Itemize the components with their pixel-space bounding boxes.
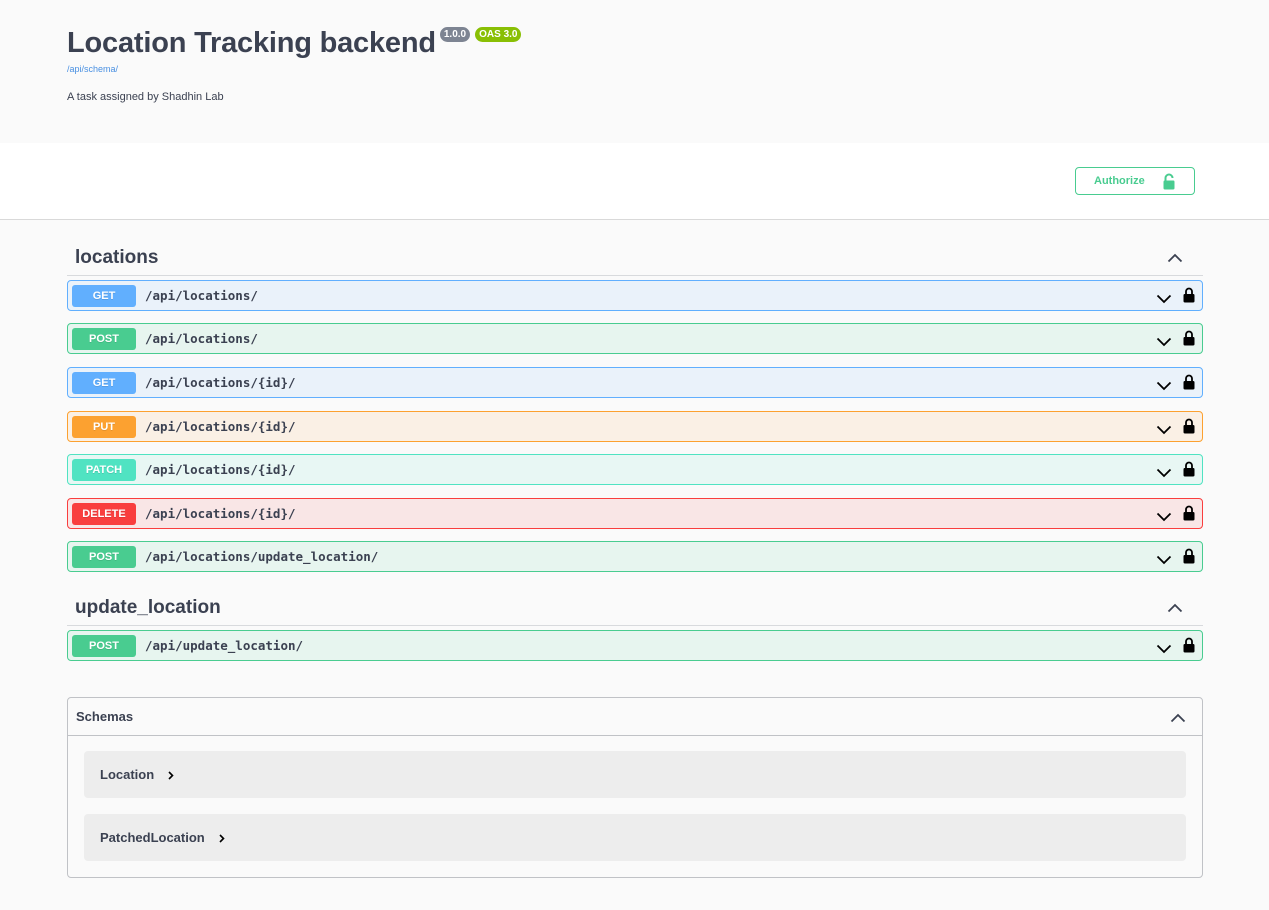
scheme-container: Authorize — [0, 143, 1269, 220]
authorize-button[interactable]: Authorize — [1075, 167, 1195, 195]
lock-icon[interactable] — [1183, 418, 1195, 439]
chevron-down-icon[interactable] — [1156, 291, 1172, 309]
operation-patch-location[interactable]: PATCH /api/locations/{id}/ — [67, 454, 1203, 485]
chevron-up-icon[interactable] — [1167, 600, 1183, 618]
title-row: Location Tracking backend 1.0.0 OAS 3.0 — [67, 26, 522, 60]
operation-path: /api/locations/update_location/ — [145, 549, 379, 564]
operation-path: /api/locations/ — [145, 288, 258, 303]
schema-item-location[interactable]: Location — [84, 751, 1186, 798]
lock-icon[interactable] — [1183, 287, 1195, 308]
chevron-up-icon[interactable] — [1167, 250, 1183, 268]
operation-post-locations[interactable]: POST /api/locations/ — [67, 323, 1203, 354]
tag-update-location[interactable]: update_location — [67, 588, 1203, 626]
schema-link[interactable]: /api/schema/ — [67, 64, 118, 74]
method-badge: GET — [72, 371, 136, 394]
authorize-label: Authorize — [1094, 175, 1145, 187]
tag-title: update_location — [75, 597, 221, 618]
operation-delete-location[interactable]: DELETE /api/locations/{id}/ — [67, 498, 1203, 529]
method-badge: DELETE — [72, 502, 136, 525]
operation-path: /api/locations/{id}/ — [145, 506, 296, 521]
chevron-up-icon[interactable] — [1170, 710, 1186, 728]
operation-get-location-by-id[interactable]: GET /api/locations/{id}/ — [67, 367, 1203, 398]
chevron-right-icon — [219, 830, 225, 848]
operation-path: /api/locations/{id}/ — [145, 375, 296, 390]
unlock-icon — [1161, 173, 1177, 193]
operation-get-locations[interactable]: GET /api/locations/ — [67, 280, 1203, 311]
method-badge: GET — [72, 284, 136, 307]
operation-path: /api/update_location/ — [145, 638, 304, 653]
method-badge: PUT — [72, 415, 136, 438]
method-badge: POST — [72, 327, 136, 350]
schemas-header[interactable]: Schemas — [68, 698, 1202, 736]
version-badge: 1.0.0 — [439, 27, 471, 42]
tag-locations[interactable]: locations — [67, 238, 1203, 276]
lock-icon[interactable] — [1183, 505, 1195, 526]
operation-put-location[interactable]: PUT /api/locations/{id}/ — [67, 411, 1203, 442]
method-badge: POST — [72, 545, 136, 568]
chevron-down-icon[interactable] — [1156, 509, 1172, 527]
chevron-right-icon — [168, 767, 174, 785]
lock-icon[interactable] — [1183, 374, 1195, 395]
operation-post-locations-update-location[interactable]: POST /api/locations/update_location/ — [67, 541, 1203, 572]
chevron-down-icon[interactable] — [1156, 465, 1172, 483]
schemas-title: Schemas — [76, 709, 134, 724]
chevron-down-icon[interactable] — [1156, 641, 1172, 659]
lock-icon[interactable] — [1183, 637, 1195, 658]
operation-post-update-location[interactable]: POST /api/update_location/ — [67, 630, 1203, 661]
schema-name: Location — [100, 767, 155, 782]
lock-icon[interactable] — [1183, 461, 1195, 482]
operation-path: /api/locations/{id}/ — [145, 462, 296, 477]
lock-icon[interactable] — [1183, 548, 1195, 569]
api-title: Location Tracking backend — [67, 27, 436, 59]
oas-badge: OAS 3.0 — [475, 27, 522, 42]
api-description: A task assigned by Shadhin Lab — [67, 91, 224, 103]
schemas-section: Schemas Location PatchedLocation — [67, 697, 1203, 878]
method-badge: PATCH — [72, 458, 136, 481]
schema-item-patched-location[interactable]: PatchedLocation — [84, 814, 1186, 861]
chevron-down-icon[interactable] — [1156, 552, 1172, 570]
operation-path: /api/locations/ — [145, 331, 258, 346]
method-badge: POST — [72, 634, 136, 657]
tag-title: locations — [75, 247, 159, 268]
lock-icon[interactable] — [1183, 330, 1195, 351]
chevron-down-icon[interactable] — [1156, 378, 1172, 396]
chevron-down-icon[interactable] — [1156, 422, 1172, 440]
operation-path: /api/locations/{id}/ — [145, 419, 296, 434]
api-info: Location Tracking backend 1.0.0 OAS 3.0 … — [67, 0, 1203, 143]
schema-name: PatchedLocation — [100, 830, 205, 845]
chevron-down-icon[interactable] — [1156, 334, 1172, 352]
